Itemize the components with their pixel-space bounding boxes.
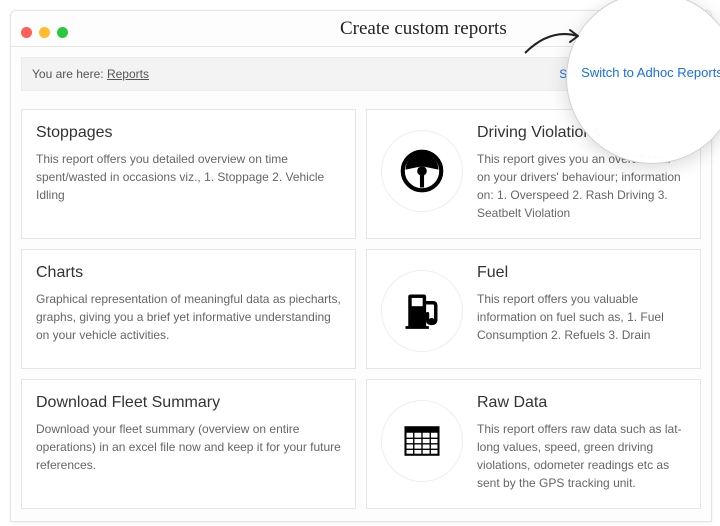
- card-desc: This report offers raw data such as lat-…: [477, 420, 686, 492]
- card-driving-violations[interactable]: Driving Violations This report gives you…: [366, 109, 701, 239]
- card-title: Driving Violations: [477, 124, 686, 142]
- card-title: Stoppages: [36, 124, 341, 142]
- card-title: Charts: [36, 264, 341, 282]
- card-desc: This report offers you detailed overview…: [36, 150, 341, 204]
- window-titlebar: [11, 11, 711, 47]
- card-title: Fuel: [477, 264, 686, 282]
- card-desc: Graphical representation of meaningful d…: [36, 290, 341, 344]
- card-icon-wrap: [381, 130, 463, 212]
- report-cards-grid: Stoppages This report offers you detaile…: [11, 91, 711, 509]
- app-window: You are here: Reports Switch to Adhoc Re…: [10, 10, 712, 522]
- card-desc: This report offers you valuable informat…: [477, 290, 686, 344]
- card-download-fleet-summary[interactable]: Download Fleet Summary Download your fle…: [21, 379, 356, 509]
- card-charts[interactable]: Charts Graphical representation of meani…: [21, 249, 356, 369]
- breadcrumb-link[interactable]: Reports: [107, 67, 149, 81]
- card-stoppages[interactable]: Stoppages This report offers you detaile…: [21, 109, 356, 239]
- card-desc: Download your fleet summary (overview on…: [36, 420, 341, 474]
- switch-to-adhoc-link[interactable]: Switch to Adhoc Reports: [559, 67, 690, 81]
- fuel-pump-icon: [400, 289, 444, 333]
- window-maximize-icon[interactable]: [57, 27, 68, 38]
- window-close-icon[interactable]: [21, 27, 32, 38]
- card-title: Raw Data: [477, 394, 686, 412]
- card-icon-wrap: [381, 400, 463, 482]
- breadcrumb: You are here: Reports: [32, 67, 149, 81]
- card-title: Download Fleet Summary: [36, 394, 341, 412]
- card-icon-wrap: [381, 270, 463, 352]
- card-desc: This report gives you an overall idea on…: [477, 150, 686, 222]
- steering-wheel-icon: [400, 149, 444, 193]
- data-table-icon: [400, 419, 444, 463]
- card-raw-data[interactable]: Raw Data This report offers raw data suc…: [366, 379, 701, 509]
- card-fuel[interactable]: Fuel This report offers you valuable inf…: [366, 249, 701, 369]
- breadcrumb-prefix: You are here:: [32, 67, 107, 81]
- breadcrumb-bar: You are here: Reports Switch to Adhoc Re…: [21, 57, 701, 91]
- window-minimize-icon[interactable]: [39, 27, 50, 38]
